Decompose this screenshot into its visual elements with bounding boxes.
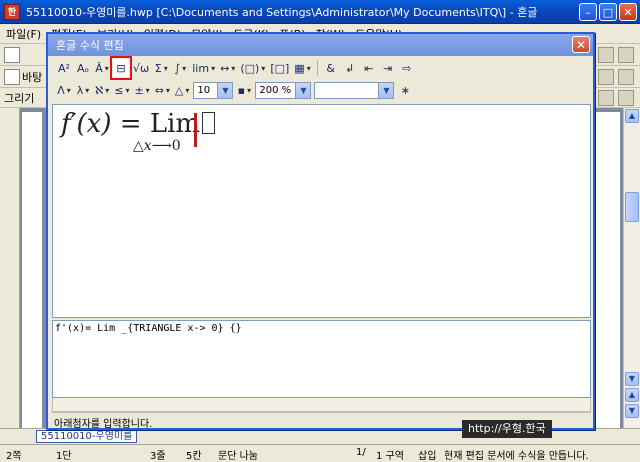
limit-variable: x: [143, 138, 152, 154]
equation-toolbar-row1: A² Aₒ Ǎ ⊟ √ω Σ ∫ lim ↔ (□) [□] ▦ & ↲ ⇤ ⇥…: [52, 56, 592, 80]
hwp-icon: 한: [4, 3, 20, 20]
next-item-icon[interactable]: ⇥: [380, 59, 396, 77]
limit-arrow: ⟶: [151, 138, 172, 154]
cases-icon[interactable]: [□]: [269, 59, 290, 77]
style-label: 바탕: [22, 71, 43, 84]
status-pages: 1/: [356, 447, 366, 458]
menu-file[interactable]: 파일(F): [6, 26, 41, 42]
brackets-icon[interactable]: (□): [239, 59, 266, 77]
long-arrow-icon[interactable]: ↔: [219, 59, 236, 77]
special-char-icon[interactable]: ℵ: [94, 81, 110, 99]
formula-equals: =: [119, 109, 142, 139]
page-edge-right: [596, 112, 620, 430]
status-line: 3줄: [150, 451, 166, 462]
new-document-icon[interactable]: [4, 47, 20, 63]
equation-script-editor[interactable]: f'(x)= Lim _{TRIANGLE x-> 0} {}: [52, 320, 591, 398]
horizontal-scrollbar[interactable]: [52, 398, 591, 412]
integral-icon[interactable]: ∫: [172, 59, 188, 77]
formula-argument: (x): [76, 109, 112, 139]
matrix-icon[interactable]: ▦: [293, 59, 311, 77]
toolbar-icon[interactable]: [618, 47, 634, 63]
chevron-down-icon[interactable]: ▼: [378, 82, 394, 98]
limit-icon[interactable]: lim: [191, 59, 216, 77]
font-combo[interactable]: ▼: [314, 81, 395, 99]
dialog-title: 혼글 수식 편집: [56, 39, 124, 52]
status-column: 5칸: [186, 451, 202, 462]
fraction-icon[interactable]: ⊟: [110, 56, 132, 80]
decoration-icon[interactable]: Ǎ: [94, 59, 110, 77]
equation-canvas[interactable]: f′(x) = Lim △x⟶0: [52, 104, 591, 318]
relation-icon[interactable]: ≤: [113, 81, 130, 99]
status-bar: 2쪽 1단 3줄 5칸 문단 나눔 1/ 1 구역 삽입 현재 편집 문서에 수…: [0, 444, 640, 462]
misc-symbol-icon[interactable]: △: [174, 81, 190, 99]
status-area: 1 구역: [376, 451, 404, 462]
insert-exit-icon[interactable]: ⇨: [399, 59, 415, 77]
vertical-scrollbar[interactable]: ▲ ▼ ▲ ▼: [623, 108, 640, 430]
chevron-down-icon[interactable]: ▼: [217, 82, 233, 98]
formula-function: f′: [61, 109, 77, 139]
status-insert: 삽입: [418, 451, 437, 462]
color-icon[interactable]: ▪: [236, 81, 252, 99]
page-edge-left: [22, 112, 42, 430]
prev-item-icon[interactable]: ⇤: [361, 59, 377, 77]
minimize-button[interactable]: –: [579, 3, 597, 21]
formula-display: f′(x) = Lim: [61, 109, 216, 139]
scroll-down-icon[interactable]: ▼: [625, 372, 639, 386]
font-size-combo[interactable]: 10 ▼: [193, 81, 234, 99]
main-title-bar: 한 55110010-우영미를.hwp [C:\Documents and Se…: [0, 0, 640, 24]
drawing-label: 그리기: [4, 92, 35, 105]
subscript-icon[interactable]: Aₒ: [75, 59, 91, 77]
limit-delta: △: [133, 138, 144, 154]
chevron-down-icon[interactable]: ▼: [295, 82, 311, 98]
close-button[interactable]: ✕: [619, 3, 637, 21]
empty-slot-placeholder[interactable]: [202, 112, 216, 134]
greek-upper-icon[interactable]: Λ: [56, 81, 72, 99]
toolbar-icon[interactable]: [598, 69, 614, 85]
align-ampersand-icon[interactable]: &: [323, 59, 339, 77]
page-down-icon[interactable]: ▼: [625, 404, 639, 418]
limit-subscript: △x⟶0: [133, 138, 181, 154]
watermark-url: http://우형.한국: [462, 420, 552, 438]
maximize-button[interactable]: □: [599, 3, 617, 21]
page-up-icon[interactable]: ▲: [625, 388, 639, 402]
scroll-up-icon[interactable]: ▲: [625, 109, 639, 123]
vertical-ruler: [0, 108, 20, 430]
line-break-icon[interactable]: ↲: [342, 59, 358, 77]
toolbar-icon[interactable]: [598, 47, 614, 63]
equation-editor-dialog: 혼글 수식 편집 ✕ A² Aₒ Ǎ ⊟ √ω Σ ∫ lim ↔ (□) [□…: [46, 32, 595, 430]
arrow-icon[interactable]: ⇔: [154, 81, 171, 99]
font-size-value: 10: [197, 84, 211, 96]
dialog-close-icon[interactable]: ✕: [572, 36, 590, 53]
greek-lower-icon[interactable]: λ: [75, 81, 91, 99]
formula-lim: Lim: [149, 109, 201, 139]
status-section: 1단: [56, 451, 72, 462]
superscript-icon[interactable]: A²: [56, 59, 72, 77]
style-icon[interactable]: [4, 69, 20, 85]
toolbar-icon[interactable]: [598, 90, 614, 106]
sum-icon[interactable]: Σ: [153, 59, 169, 77]
limit-value: 0: [171, 138, 181, 154]
zoom-value: 200 %: [259, 84, 292, 96]
window-title: 55110010-우영미를.hwp [C:\Documents and Sett…: [26, 5, 538, 19]
status-page: 2쪽: [6, 451, 22, 462]
document-tab[interactable]: 55110010-우영미를: [36, 430, 138, 443]
root-icon[interactable]: √ω: [132, 59, 150, 77]
scroll-thumb[interactable]: [625, 192, 639, 222]
dialog-title-bar: 혼글 수식 편집 ✕: [48, 34, 593, 56]
equation-toolbar-row2: Λ λ ℵ ≤ ± ⇔ △ 10▼ ▪ 200 %▼ ▼ ∗: [52, 79, 592, 101]
text-caret: [194, 113, 197, 147]
toolbar-icon[interactable]: [618, 69, 634, 85]
toolbar-icon[interactable]: [618, 90, 634, 106]
status-mode: 문단 나눔: [218, 451, 258, 462]
zoom-combo[interactable]: 200 % ▼: [255, 81, 312, 99]
operator-icon[interactable]: ±: [133, 81, 150, 99]
script-view-icon[interactable]: ∗: [397, 81, 413, 99]
status-message: 현재 편집 문서에 수식을 만듭니다.: [444, 451, 589, 462]
